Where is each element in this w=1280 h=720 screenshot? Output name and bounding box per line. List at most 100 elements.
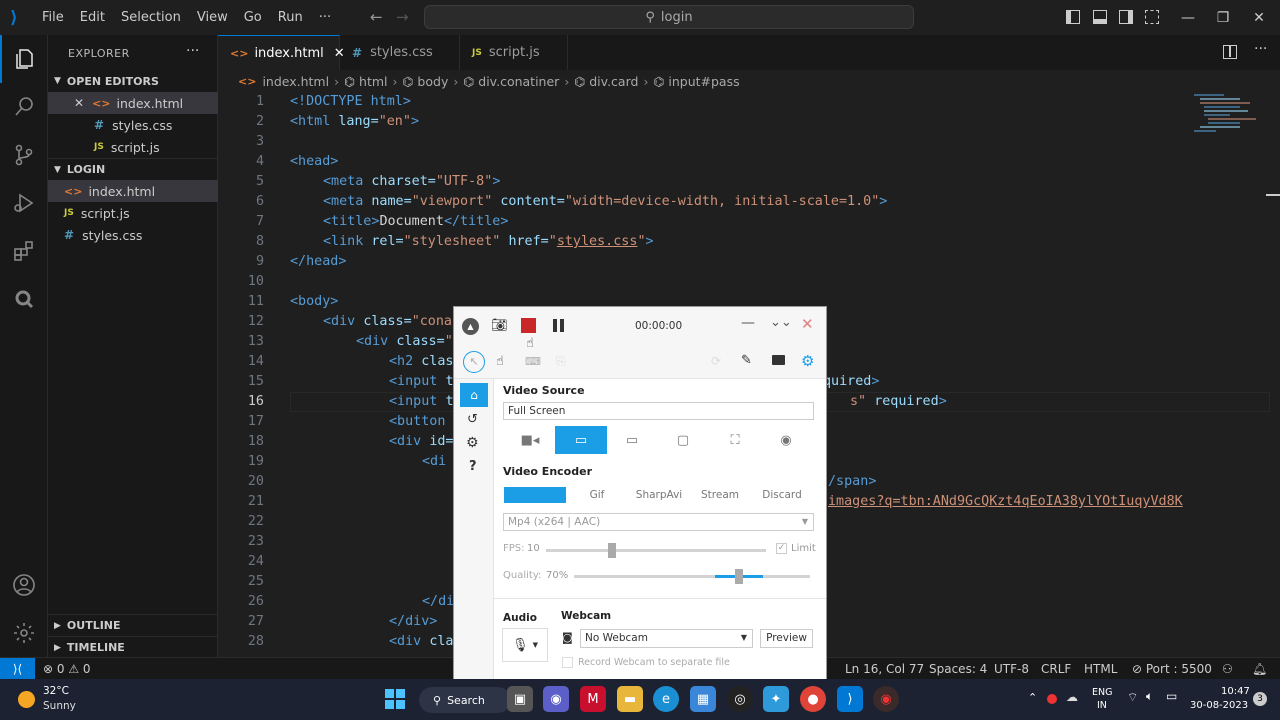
open-editor-item[interactable]: ✕ <> index.html bbox=[48, 92, 218, 114]
encoder-tab-gif[interactable]: Gif bbox=[566, 489, 628, 501]
menu-more[interactable]: ··· bbox=[311, 10, 339, 25]
minimize-icon[interactable]: — bbox=[741, 315, 755, 331]
menu-selection[interactable]: Selection bbox=[113, 10, 189, 25]
recorder-taskbar-icon[interactable]: ◉ bbox=[873, 686, 899, 712]
tab-script-js[interactable]: JS script.js bbox=[460, 35, 568, 70]
mcafee-icon[interactable]: M bbox=[580, 686, 606, 712]
command-center-search[interactable]: ⚲ login bbox=[424, 5, 914, 29]
weather-temperature[interactable]: 32°C bbox=[43, 685, 69, 697]
task-view-icon[interactable]: ▣ bbox=[507, 686, 533, 712]
encoding[interactable]: UTF-8 bbox=[994, 662, 1029, 676]
end-of-line[interactable]: CRLF bbox=[1041, 662, 1071, 676]
file-explorer-icon[interactable]: ▬ bbox=[617, 686, 643, 712]
preview-button[interactable]: Preview bbox=[760, 629, 813, 648]
clock-date[interactable]: 30-08-2023 bbox=[1190, 700, 1248, 711]
explorer-more-button[interactable]: ··· bbox=[186, 43, 199, 59]
home-icon[interactable]: ⌂ bbox=[460, 383, 488, 407]
folder-header[interactable]: ▼ LOGIN bbox=[48, 158, 218, 180]
encoder-tab-sharpavi[interactable]: SharpAvi bbox=[628, 489, 690, 501]
extensions-icon[interactable] bbox=[0, 227, 48, 275]
weather-description[interactable]: Sunny bbox=[43, 700, 76, 712]
gear-icon[interactable]: ⚙ bbox=[466, 435, 479, 451]
indentation[interactable]: Spaces: 4 bbox=[929, 662, 987, 676]
chevron-up-icon[interactable]: ⌃ bbox=[1028, 691, 1037, 704]
taskbar-search[interactable]: ⚲ Search bbox=[419, 687, 511, 713]
python-icon[interactable]: ✦ bbox=[763, 686, 789, 712]
wifi-icon[interactable]: ⌔ bbox=[1127, 690, 1138, 705]
clipboard-icon[interactable]: ⎘ bbox=[556, 354, 566, 369]
toggle-sidebar-icon[interactable] bbox=[1066, 10, 1080, 24]
language-region[interactable]: IN bbox=[1097, 700, 1107, 711]
split-editor-icon[interactable] bbox=[1223, 45, 1237, 59]
breadcrumb-item[interactable]: div.card bbox=[589, 74, 638, 89]
file-item[interactable]: # styles.css bbox=[48, 224, 218, 246]
edge-icon[interactable]: e bbox=[653, 686, 679, 712]
toggle-panel-icon[interactable] bbox=[1093, 10, 1107, 24]
search-view-icon[interactable] bbox=[0, 83, 48, 131]
explorer-icon[interactable] bbox=[0, 35, 48, 83]
brush-icon[interactable]: ✎ bbox=[741, 353, 752, 368]
open-editor-item[interactable]: # styles.css bbox=[48, 114, 218, 136]
timeline-header[interactable]: ▶ TIMELINE bbox=[48, 636, 218, 658]
history-icon[interactable]: ↺ bbox=[467, 412, 478, 427]
github-icon[interactable]: ◎ bbox=[727, 686, 753, 712]
toggle-secondary-sidebar-icon[interactable] bbox=[1119, 10, 1133, 24]
limit-checkbox[interactable]: ✓ bbox=[776, 543, 787, 554]
file-item[interactable]: <> index.html bbox=[48, 180, 218, 202]
cursor-icon[interactable]: ↖ bbox=[463, 351, 485, 373]
video-source-field[interactable]: Full Screen bbox=[503, 402, 814, 420]
format-dropdown[interactable]: Mp4 (x264 | AAC) ▼ bbox=[503, 513, 814, 531]
folder-icon[interactable] bbox=[772, 355, 785, 365]
more-actions-icon[interactable]: ··· bbox=[1254, 41, 1267, 57]
vscode-taskbar-icon[interactable]: ⟩ bbox=[837, 686, 863, 712]
back-button[interactable]: ← bbox=[370, 8, 383, 26]
camera-icon[interactable]: 📷︎ bbox=[491, 318, 508, 333]
menu-go[interactable]: Go bbox=[236, 10, 270, 25]
screen-source-icon[interactable]: ▭ bbox=[606, 426, 658, 454]
account-icon[interactable] bbox=[0, 561, 48, 609]
notifications-bell-icon[interactable]: 🔔︎ bbox=[1252, 662, 1267, 676]
battery-icon[interactable]: ▭ bbox=[1166, 689, 1177, 703]
microphone-icon[interactable]: 🎙︎ ▼ bbox=[502, 628, 548, 662]
tab-styles-css[interactable]: # styles.css bbox=[340, 35, 460, 70]
fullscreen-source-icon[interactable]: ▭ bbox=[555, 426, 607, 454]
cursor-position[interactable]: Ln 16, Col 77 bbox=[845, 662, 924, 676]
record-webcam-checkbox[interactable] bbox=[562, 657, 573, 668]
file-item[interactable]: JS script.js bbox=[48, 202, 218, 224]
teams-icon[interactable]: ◉ bbox=[543, 686, 569, 712]
webcam-source-icon[interactable]: ■◂ bbox=[504, 426, 556, 454]
refresh-icon[interactable]: ⟳ bbox=[711, 354, 721, 368]
fps-slider-thumb[interactable] bbox=[608, 543, 616, 558]
menu-run[interactable]: Run bbox=[270, 10, 311, 25]
remote-indicator-icon[interactable]: ⟩⟨ bbox=[0, 657, 35, 680]
record-button[interactable] bbox=[521, 318, 536, 333]
encoder-tab-selected[interactable] bbox=[504, 487, 566, 503]
windows-start-icon[interactable] bbox=[385, 689, 405, 709]
breadcrumb-item[interactable]: index.html bbox=[262, 74, 329, 89]
window-source-icon[interactable]: ▢ bbox=[657, 426, 709, 454]
breadcrumb-item[interactable]: div.conatiner bbox=[478, 74, 559, 89]
chrome-icon[interactable]: ● bbox=[800, 686, 826, 712]
record-tray-icon[interactable] bbox=[1047, 694, 1057, 704]
keyboard-icon[interactable]: ⌨︎ bbox=[525, 355, 541, 368]
minimap[interactable] bbox=[1190, 92, 1268, 164]
clock-time[interactable]: 10:47 bbox=[1221, 686, 1250, 697]
breadcrumb-item[interactable]: html bbox=[359, 74, 387, 89]
language-mode[interactable]: HTML bbox=[1084, 662, 1117, 676]
webcam-dropdown[interactable]: No Webcam ▼ bbox=[580, 629, 753, 648]
manage-gear-icon[interactable] bbox=[0, 609, 48, 657]
notification-badge[interactable]: 3 bbox=[1253, 692, 1267, 706]
run-debug-icon[interactable] bbox=[0, 179, 48, 227]
fps-slider[interactable] bbox=[546, 543, 766, 558]
feedback-icon[interactable]: ⚇ bbox=[1222, 662, 1233, 676]
open-editors-header[interactable]: ▼ OPEN EDITORS bbox=[48, 70, 218, 92]
pause-icon[interactable] bbox=[560, 319, 564, 332]
collapse-icon[interactable]: ▲ bbox=[462, 318, 479, 335]
close-window-icon[interactable]: ✕ bbox=[1236, 0, 1280, 35]
quality-slider-thumb[interactable] bbox=[735, 569, 744, 584]
breadcrumb-item[interactable]: input#pass bbox=[668, 74, 739, 89]
customize-layout-icon[interactable] bbox=[1145, 10, 1159, 24]
open-editor-item[interactable]: JS script.js bbox=[48, 136, 218, 158]
tab-index-html[interactable]: <> index.html ✕ bbox=[218, 35, 345, 70]
gamepad-source-icon[interactable]: ◉ bbox=[760, 426, 812, 454]
